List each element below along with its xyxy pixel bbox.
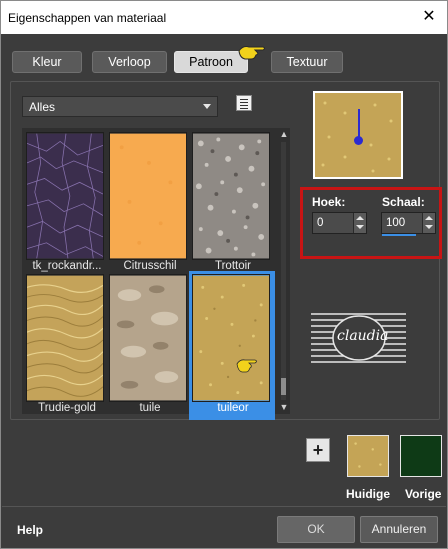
close-button[interactable]: ✕ <box>417 6 441 28</box>
pattern-grid: tk_rockandr... Citrusschil Trottoir Trud… <box>22 128 278 420</box>
category-dropdown[interactable]: Alles <box>22 96 218 117</box>
current-swatch[interactable] <box>347 435 389 477</box>
pattern-label: Trudie-gold <box>38 402 96 414</box>
pattern-thumbnail <box>192 274 270 402</box>
pattern-preview[interactable] <box>313 91 403 179</box>
logo-text: claudia <box>337 328 389 344</box>
ok-button[interactable]: OK <box>277 516 355 543</box>
add-swatch-button[interactable]: + <box>306 438 330 462</box>
scroll-up-icon[interactable]: ▲ <box>279 130 289 139</box>
decrement-icon[interactable] <box>356 225 364 229</box>
angle-direction-line <box>358 109 360 139</box>
pattern-thumbnail <box>26 132 104 260</box>
pattern-label: tuile <box>139 402 161 414</box>
chevron-down-icon <box>203 104 211 109</box>
pattern-thumbnail <box>109 132 187 260</box>
scroll-track[interactable] <box>281 142 286 400</box>
pattern-item-trottoir[interactable]: Trottoir <box>192 132 270 272</box>
scroll-down-icon[interactable]: ▼ <box>279 403 289 412</box>
window-title: Eigenschappen van materiaal <box>8 11 167 25</box>
footer-divider <box>2 506 446 507</box>
increment-icon[interactable] <box>356 216 364 220</box>
pattern-item-tuile[interactable]: tuile <box>109 274 187 414</box>
material-properties-dialog: Eigenschappen van materiaal ✕ Kleur Verl… <box>0 0 448 549</box>
tab-verloop[interactable]: Verloop <box>92 51 167 73</box>
list-view-icon[interactable] <box>236 95 252 111</box>
tab-textuur[interactable]: Textuur <box>271 51 343 73</box>
scale-value: 100 <box>386 217 406 229</box>
pattern-label: tuileor <box>217 402 249 414</box>
pattern-item-tuileor[interactable]: tuileor <box>189 271 275 420</box>
help-link[interactable]: Help <box>17 523 43 537</box>
scale-focus-underline <box>382 234 416 236</box>
pattern-item-citrusschil[interactable]: Citrusschil <box>109 132 187 272</box>
pattern-thumbnail <box>192 132 270 260</box>
pointing-hand-icon <box>236 359 257 373</box>
pattern-item-tk-rockandr[interactable]: tk_rockandr... <box>26 132 104 272</box>
scale-stepper[interactable] <box>422 213 435 233</box>
pattern-scrollbar[interactable]: ▲ ▼ <box>278 128 290 414</box>
angle-handle[interactable] <box>354 136 363 145</box>
previous-swatch[interactable] <box>400 435 442 477</box>
scale-spinner[interactable]: 100 <box>381 212 436 236</box>
scale-label: Schaal: <box>382 195 425 209</box>
scroll-thumb[interactable] <box>281 378 286 395</box>
cancel-button[interactable]: Annuleren <box>360 516 438 543</box>
title-bar: Eigenschappen van materiaal ✕ <box>1 1 447 34</box>
pattern-label: tk_rockandr... <box>32 260 102 272</box>
pattern-thumbnail <box>109 274 187 402</box>
current-swatch-label: Huidige <box>346 487 390 501</box>
pattern-item-trudie-gold[interactable]: Trudie-gold <box>26 274 104 414</box>
tab-kleur[interactable]: Kleur <box>12 51 82 73</box>
increment-icon[interactable] <box>425 216 433 220</box>
previous-swatch-label: Vorige <box>405 487 442 501</box>
angle-label: Hoek: <box>312 195 346 209</box>
pattern-label: Citrusschil <box>123 260 177 272</box>
watermark-logo: claudia <box>311 308 406 370</box>
angle-spinner[interactable]: 0 <box>312 212 367 234</box>
pattern-thumbnail <box>26 274 104 402</box>
angle-stepper[interactable] <box>353 213 366 233</box>
pointing-hand-icon <box>238 46 265 60</box>
angle-value: 0 <box>317 217 324 229</box>
category-dropdown-value: Alles <box>29 100 56 114</box>
decrement-icon[interactable] <box>425 225 433 229</box>
